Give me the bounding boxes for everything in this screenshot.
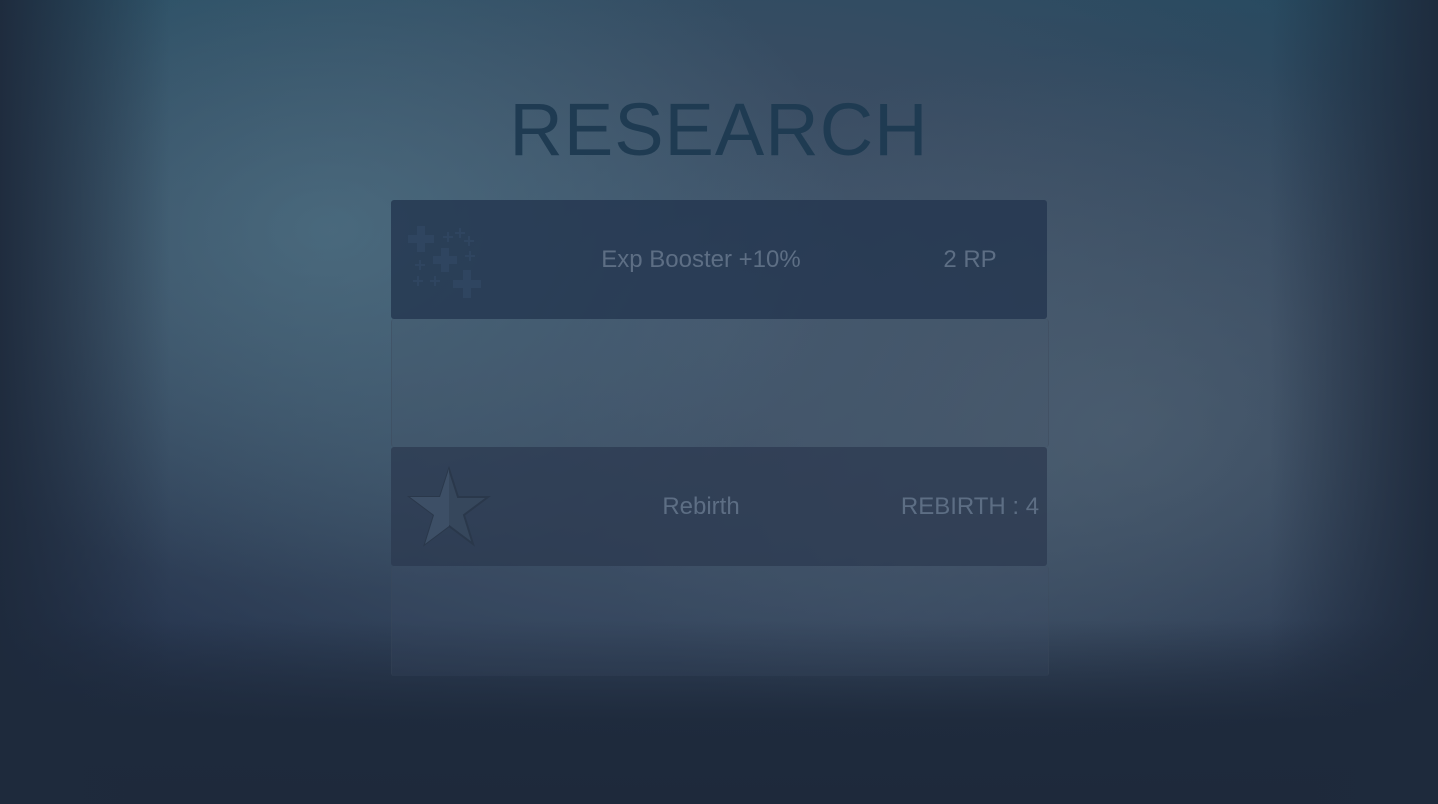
screen-title: RESEARCH (509, 88, 929, 171)
research-item-cost: 2 RP (943, 246, 997, 273)
research-item-empty-slot (391, 566, 1049, 676)
research-item-rebirth[interactable]: Rebirth REBIRTH : 4 (391, 447, 1047, 566)
research-item-empty-slot (391, 319, 1049, 447)
research-item-label: Exp Booster +10% (601, 246, 801, 273)
plus-cluster-icon (408, 226, 481, 298)
research-item-exp-booster[interactable]: Exp Booster +10% 2 RP (391, 200, 1047, 319)
star-icon (407, 465, 491, 547)
research-item-label: Rebirth (662, 493, 740, 520)
research-item-cost: REBIRTH : 4 (900, 493, 1040, 520)
